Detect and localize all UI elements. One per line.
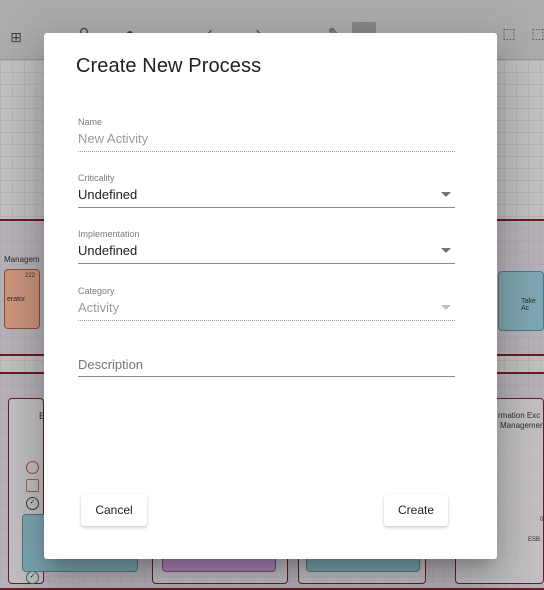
- description-field[interactable]: Description: [78, 357, 455, 379]
- name-underline: [78, 151, 455, 152]
- implementation-underline: [78, 263, 455, 264]
- description-input[interactable]: Description: [78, 357, 455, 372]
- category-value: Activity: [78, 300, 120, 315]
- category-label: Category: [78, 286, 115, 296]
- cancel-button[interactable]: Cancel: [81, 494, 147, 526]
- criticality-value[interactable]: Undefined: [78, 187, 455, 202]
- description-underline: [78, 376, 455, 377]
- name-input[interactable]: New Activity: [78, 131, 455, 146]
- implementation-label: Implementation: [78, 229, 140, 239]
- dialog-title: Create New Process: [76, 55, 262, 77]
- name-field[interactable]: Name New Activity: [78, 117, 455, 153]
- create-button[interactable]: Create: [384, 494, 448, 526]
- chevron-down-icon[interactable]: [441, 248, 451, 253]
- name-label: Name: [78, 117, 103, 127]
- create-process-dialog: Create New Process Name New Activity Cri…: [44, 33, 497, 559]
- implementation-value[interactable]: Undefined: [78, 243, 455, 258]
- criticality-label: Criticality: [78, 173, 115, 183]
- criticality-select[interactable]: Criticality Undefined: [78, 173, 455, 209]
- category-underline: [78, 320, 455, 321]
- criticality-underline: [78, 207, 455, 208]
- chevron-down-icon[interactable]: [441, 192, 451, 197]
- implementation-select[interactable]: Implementation Undefined: [78, 229, 455, 265]
- category-select: Category Activity: [78, 286, 455, 322]
- chevron-down-icon: [441, 305, 451, 310]
